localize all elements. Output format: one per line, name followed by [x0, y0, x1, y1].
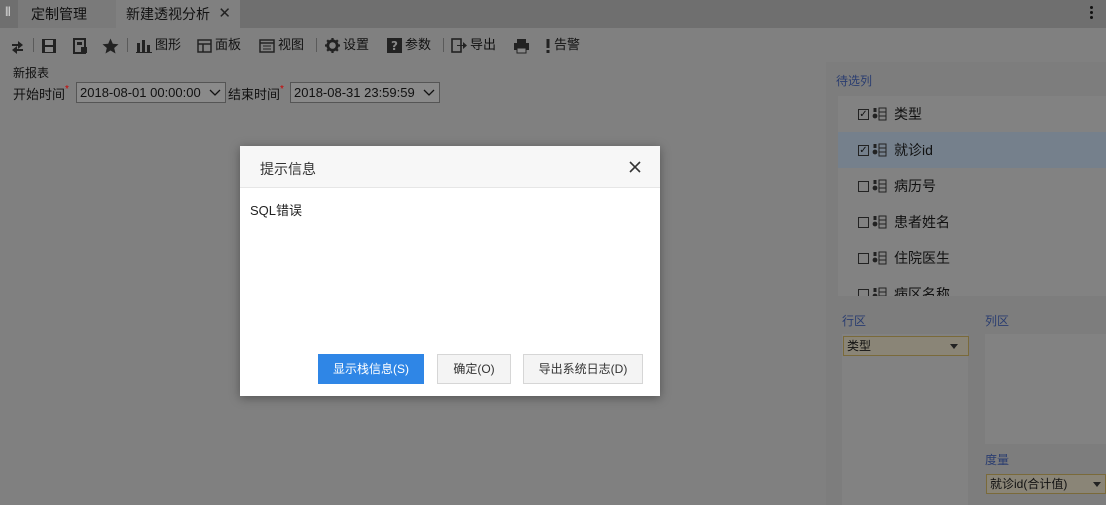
dialog-header: 提示信息: [240, 146, 660, 188]
tab-bar: ||| 定制管理 新建透视分析 ✕: [0, 0, 1106, 28]
tab-custom-management[interactable]: 定制管理: [18, 0, 116, 28]
field-icon: [872, 215, 887, 229]
favorite-button[interactable]: [102, 35, 122, 55]
field-icon: [872, 287, 887, 296]
bar-chart-icon: [136, 39, 152, 53]
close-icon[interactable]: [628, 160, 642, 174]
tab-new-pivot-analysis[interactable]: 新建透视分析 ✕: [116, 0, 240, 28]
list-item[interactable]: ✓ 类型: [838, 96, 1106, 132]
panel-icon: [197, 38, 212, 53]
checkbox[interactable]: [858, 288, 869, 296]
tab-label: 定制管理: [31, 6, 87, 22]
start-time-input[interactable]: 2018-08-01 00:00:00: [76, 82, 226, 103]
measure-field-pill[interactable]: 就诊id(合计值): [986, 474, 1106, 494]
checkbox[interactable]: [858, 216, 869, 228]
list-item[interactable]: 病历号: [838, 168, 1106, 204]
row-field-pill[interactable]: 类型: [843, 336, 969, 356]
field-icon: [872, 143, 887, 157]
end-time-label: 结束时间*: [228, 84, 284, 102]
dropdown-arrow-icon[interactable]: [1093, 482, 1101, 487]
list-item[interactable]: 住院医生: [838, 240, 1106, 276]
field-icon: [872, 107, 887, 121]
export-system-log-button[interactable]: 导出系统日志(D): [523, 354, 643, 384]
checkbox[interactable]: ✓: [858, 108, 869, 120]
dialog-message: SQL错误: [250, 203, 303, 218]
params-button[interactable]: ? 参数: [387, 35, 431, 55]
report-title: 新报表: [13, 66, 50, 80]
measure-zone-label: 度量: [985, 453, 1010, 467]
row-zone-label: 行区: [842, 314, 867, 328]
show-stack-button[interactable]: 显示栈信息(S): [318, 354, 424, 384]
chart-button[interactable]: 图形: [136, 35, 181, 55]
more-vertical-icon[interactable]: [1090, 4, 1094, 21]
export-icon: [451, 38, 467, 53]
ok-button[interactable]: 确定(O): [437, 354, 511, 384]
checkbox[interactable]: [858, 252, 869, 264]
column-zone-label: 列区: [985, 314, 1010, 328]
grip-icon[interactable]: |||: [5, 6, 15, 18]
list-item[interactable]: ✓ 就诊id: [838, 132, 1106, 168]
printer-icon: [514, 38, 529, 54]
save-icon: [42, 38, 56, 53]
column-zone[interactable]: [985, 334, 1106, 444]
gear-icon: [325, 38, 340, 54]
message-dialog: 提示信息 SQL错误 显示栈信息(S) 确定(O) 导出系统日志(D): [240, 146, 660, 396]
field-icon: [872, 179, 887, 193]
close-icon[interactable]: ✕: [218, 0, 231, 28]
candidate-field-list[interactable]: ✓ 类型 ✓ 就诊id 病历号 患者姓名 住院医生 病区名称: [838, 96, 1106, 296]
save-as-button[interactable]: [72, 35, 91, 55]
alert-button[interactable]: 告警: [545, 35, 580, 55]
chevron-down-icon[interactable]: [423, 83, 435, 108]
candidate-columns-label: 待选列: [836, 74, 873, 88]
save-button[interactable]: [41, 35, 60, 55]
tab-label: 新建透视分析: [126, 6, 210, 22]
save-as-icon: [73, 37, 87, 54]
refresh-icon: [12, 40, 23, 54]
view-icon: [259, 38, 275, 53]
view-button[interactable]: 视图: [259, 35, 304, 55]
checkbox[interactable]: [858, 180, 869, 192]
panel-button[interactable]: 面板: [197, 35, 241, 55]
settings-button[interactable]: 设置: [325, 35, 369, 55]
list-item[interactable]: 患者姓名: [838, 204, 1106, 240]
end-time-input[interactable]: 2018-08-31 23:59:59: [290, 82, 440, 103]
question-icon: ?: [387, 38, 402, 54]
field-icon: [872, 251, 887, 265]
dropdown-arrow-icon[interactable]: [950, 344, 958, 349]
export-button[interactable]: 导出: [451, 35, 496, 55]
refresh-button[interactable]: [10, 35, 28, 55]
checkbox[interactable]: ✓: [858, 144, 869, 156]
toolbar: 图形 面板 视图 设置 ? 参数 导出 告警: [0, 28, 1106, 62]
list-item[interactable]: 病区名称: [838, 276, 1106, 296]
field-panel: 待选列 ✓ 类型 ✓ 就诊id 病历号 患者姓名 住院医生 病区名称 行区 列区 类…: [826, 62, 1106, 505]
star-icon: [102, 38, 119, 54]
start-time-label: 开始时间*: [13, 84, 69, 102]
print-button[interactable]: [513, 35, 533, 55]
row-zone[interactable]: 类型: [842, 334, 969, 505]
svg-text:?: ?: [391, 39, 398, 53]
dialog-title: 提示信息: [260, 161, 316, 177]
chevron-down-icon[interactable]: [209, 83, 221, 108]
exclamation-icon: [546, 39, 550, 54]
